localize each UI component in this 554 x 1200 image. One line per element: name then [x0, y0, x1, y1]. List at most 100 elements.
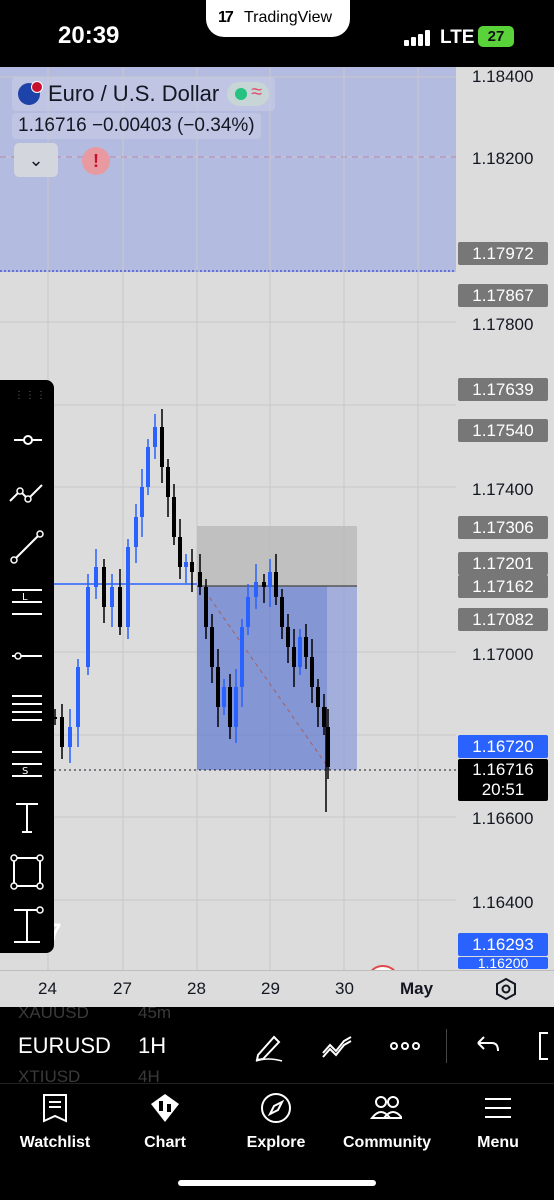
home-indicator — [178, 1180, 376, 1186]
battery-icon: 27 — [478, 26, 514, 47]
time-axis[interactable]: 24 27 28 29 30 May — [0, 970, 554, 1007]
price-pill: 1.17540 — [458, 419, 548, 442]
time-tick: May — [400, 979, 434, 998]
candle-body — [210, 627, 214, 667]
symbol-bar: XAUUSD 45m EURUSD 1H XTIUSD 4H — [0, 1007, 554, 1083]
status-time: 20:39 — [58, 22, 120, 49]
short-position-icon[interactable]: S — [4, 744, 50, 784]
price-pill: 1.17201 — [458, 552, 548, 575]
candle-body — [298, 637, 302, 667]
candle-body — [118, 587, 122, 627]
candle-body — [60, 717, 64, 747]
cursor-cross-icon[interactable] — [4, 420, 50, 460]
candle-body — [94, 567, 98, 587]
candle-body — [153, 427, 157, 447]
interval-selector[interactable]: 1H — [138, 1033, 166, 1059]
candle-body — [262, 582, 266, 587]
price-pill-clipped: 1.16200 — [458, 957, 548, 969]
eu-us-flag-icon — [18, 81, 43, 105]
candle-body — [274, 572, 278, 597]
symbol-selector[interactable]: EURUSD — [18, 1033, 111, 1059]
price-chart[interactable]: Euro / U.S. Dollar 1.16716 −0.00403 (−0.… — [0, 67, 554, 970]
candle-body — [292, 647, 296, 667]
price-change: 1.16716 −0.00403 (−0.34%) — [12, 113, 261, 139]
last-price-pill: 1.16716 20:51 — [458, 759, 548, 801]
candle-body — [178, 537, 182, 567]
candle-body — [160, 427, 164, 467]
candle-body — [234, 687, 238, 727]
tab-explore[interactable]: Explore — [221, 1088, 331, 1154]
chart-icon — [151, 1094, 179, 1122]
price-tick: 1.16400 — [472, 893, 534, 912]
drawings-icon[interactable] — [320, 1029, 354, 1063]
price-pill: 1.17306 — [458, 516, 548, 539]
rectangle-tool-icon[interactable] — [4, 852, 50, 892]
exclamation-icon[interactable]: ! — [82, 147, 110, 175]
candle-body — [240, 627, 244, 687]
price-pill: 1.17082 — [458, 608, 548, 631]
tab-chart[interactable]: Chart — [110, 1088, 220, 1154]
price-pill: 1.17972 — [458, 242, 548, 265]
symbol-name: Euro / U.S. Dollar — [48, 81, 220, 106]
horizontal-line-icon[interactable] — [4, 636, 50, 676]
svg-text:S: S — [22, 766, 28, 777]
tab-community[interactable]: Community — [332, 1088, 442, 1154]
chevron-down-icon: ⌄ — [28, 150, 44, 170]
candle-body — [126, 547, 130, 627]
candle-body — [184, 562, 188, 567]
text-tool-icon[interactable] — [4, 798, 50, 838]
tab-label: Chart — [144, 1134, 186, 1151]
ghost-interval: 45m — [138, 1007, 172, 1022]
watchlist-icon — [43, 1094, 67, 1123]
candle-body — [280, 597, 284, 627]
measure-tool-icon[interactable] — [4, 906, 50, 946]
candle-body — [134, 517, 138, 547]
candle-body — [86, 587, 90, 667]
take-profit-zone-extension[interactable] — [327, 586, 357, 770]
collapse-legend-button[interactable]: ⌄ — [14, 143, 58, 177]
bracket-icon[interactable] — [534, 1029, 554, 1063]
candle-body — [228, 687, 232, 727]
ghost-interval: 4H — [138, 1067, 160, 1083]
chart-settings-icon[interactable] — [494, 977, 518, 1001]
parallel-channel-icon[interactable] — [4, 690, 50, 730]
dynamic-island: 17 TradingView — [206, 0, 350, 37]
price-pill: 1.17867 — [458, 284, 548, 307]
trend-line-icon[interactable] — [4, 528, 50, 568]
drag-handle-icon[interactable]: ⋮⋮⋮ — [14, 390, 46, 404]
more-icon[interactable] — [388, 1029, 422, 1063]
price-tick: 1.16600 — [472, 809, 534, 828]
last-price-value: 1.16716 — [472, 760, 534, 779]
tab-watchlist[interactable]: Watchlist — [0, 1088, 110, 1154]
candle-body — [140, 487, 144, 517]
candle-body — [68, 727, 72, 747]
long-position-icon[interactable]: L — [4, 582, 50, 622]
price-pill-low: 1.16293 — [458, 933, 548, 956]
tradingview-brand: TradingView — [244, 9, 333, 26]
price-tick: 1.18200 — [472, 149, 534, 168]
trend-tools-icon[interactable] — [4, 473, 50, 513]
candle-body — [76, 667, 80, 727]
time-tick: 27 — [113, 979, 132, 998]
candle-body — [310, 657, 314, 687]
toolbar-divider — [446, 1029, 447, 1063]
tab-bar: Watchlist Chart Explore Community Menu — [0, 1083, 554, 1200]
community-icon — [370, 1096, 402, 1119]
symbol-legend[interactable]: Euro / U.S. Dollar — [12, 77, 276, 111]
candle-body — [216, 667, 220, 707]
time-tick: 28 — [187, 979, 206, 998]
time-tick: 24 — [38, 979, 57, 998]
time-tick: 30 — [335, 979, 354, 998]
candle-body — [304, 637, 308, 657]
market-status-icon[interactable] — [227, 81, 270, 106]
undo-icon[interactable] — [470, 1029, 504, 1063]
price-pill: 1.17639 — [458, 378, 548, 401]
tab-menu[interactable]: Menu — [443, 1088, 553, 1154]
time-tick: 29 — [261, 979, 280, 998]
bar-countdown: 20:51 — [481, 780, 525, 799]
pen-icon[interactable] — [252, 1029, 286, 1063]
candle-body — [222, 687, 226, 707]
candle-body — [204, 587, 208, 627]
price-pill-current: 1.16720 — [458, 735, 548, 758]
price-tick: 1.17400 — [472, 480, 534, 499]
